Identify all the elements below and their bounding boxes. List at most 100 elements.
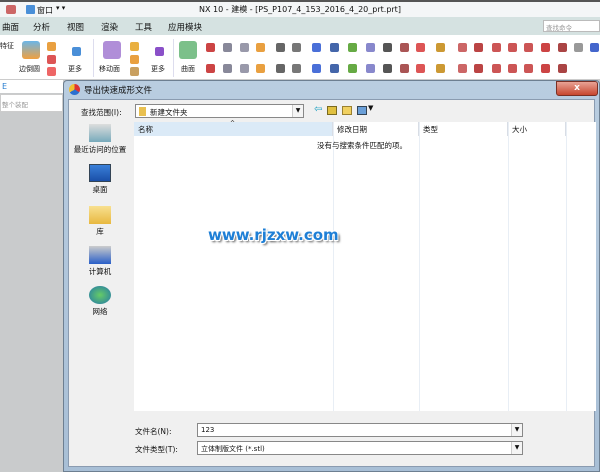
column-name[interactable]: 名称 ^ [134,120,333,136]
network-icon [89,286,111,304]
filename-label: 文件名(N): [135,427,172,436]
place-recent[interactable]: 最近访问的位置 [69,124,131,155]
view-dropdown-icon[interactable]: ▼ [368,104,373,112]
up-folder-icon[interactable] [327,106,337,115]
more-feature-icon[interactable] [72,47,81,56]
offset-face-icon[interactable] [130,42,139,51]
toolbar-tool-icon[interactable] [436,64,445,73]
surface-button[interactable]: 曲面 [181,64,195,74]
toolbar-tool-icon[interactable] [492,64,501,73]
close-button[interactable]: x [556,81,598,96]
toolbar-tool-icon[interactable] [312,43,321,52]
toolbar-tool-icon[interactable] [206,64,215,73]
toolbar-tool-icon[interactable] [524,43,533,52]
toolbar-tool-icon[interactable] [292,64,301,73]
toolbar-tool-icon[interactable] [383,64,392,73]
toolbar-tool-icon[interactable] [558,43,567,52]
menu-view[interactable]: 视图 [67,21,84,33]
column-type[interactable]: 类型 [419,122,508,136]
library-icon [89,206,111,224]
column-size[interactable]: 大小 [508,122,566,136]
toolbar-tool-icon[interactable] [474,64,483,73]
command-search-input[interactable]: 查找命令 [543,20,600,32]
place-desktop[interactable]: 桌面 [69,164,131,195]
chamfer-icon[interactable] [47,42,56,51]
menu-bar: 曲面 分析 视图 渲染 工具 应用模块 查找命令 [0,17,600,35]
menu-render[interactable]: 渲染 [101,21,118,33]
toolbar-tool-icon[interactable] [276,64,285,73]
column-modified[interactable]: 修改日期 [333,122,419,136]
toolbar-tool-icon[interactable] [292,43,301,52]
move-face-icon[interactable] [103,41,121,59]
menu-analysis[interactable]: 分析 [33,21,50,33]
toolbar-tool-icon[interactable] [240,64,249,73]
place-label: 最近访问的位置 [73,145,127,154]
toolbar-tool-icon[interactable] [416,64,425,73]
new-folder-icon[interactable] [342,106,352,115]
draft-icon[interactable] [47,67,56,76]
toolbar-tool-icon[interactable] [458,43,467,52]
toolbar-tool-icon[interactable] [458,64,467,73]
dialog-body: 查找范围(I): 新建文件夹 ▼ ⇦ ▼ 最近访问的位置 桌面 库 计算机 网络… [68,99,596,467]
toolbar-tool-icon[interactable] [256,64,265,73]
place-libraries[interactable]: 库 [69,206,131,237]
delete-face-icon[interactable] [130,67,139,76]
toolbar-tool-icon[interactable] [492,43,501,52]
place-network[interactable]: 网络 [69,286,131,317]
filetype-select[interactable]: 立体制版文件 (*.stl) ▼ [197,441,523,455]
toolbar-tool-icon[interactable] [416,43,425,52]
toolbar-tool-icon[interactable] [312,64,321,73]
toolbar-tool-icon[interactable] [348,64,357,73]
view-menu-icon[interactable] [357,106,367,115]
ribbon: 特征 边倒圆 更多 移动面 更多 曲面 [0,35,600,80]
toolbar-tool-icon[interactable] [223,43,232,52]
toolbar-tool-icon[interactable] [348,43,357,52]
toolbar-tool-icon[interactable] [574,43,583,52]
toolbar-tool-icon[interactable] [541,43,550,52]
place-label: 网络 [92,307,108,316]
chevron-down-icon[interactable]: ▼ [292,105,303,117]
edge-blend-icon[interactable] [22,41,40,59]
toolbar-tool-icon[interactable] [206,43,215,52]
navigator-tab[interactable]: E [0,80,63,93]
more-button[interactable]: 更多 [68,64,82,74]
place-computer[interactable]: 计算机 [69,246,131,277]
replace-face-icon[interactable] [130,55,139,64]
toolbar-tool-icon[interactable] [276,43,285,52]
shell-icon[interactable] [47,55,56,64]
toolbar-tool-icon[interactable] [436,43,445,52]
file-list[interactable]: 名称 ^ 修改日期 类型 大小 没有与搜索条件匹配的项。 [134,120,596,411]
look-in-combo[interactable]: 新建文件夹 ▼ [135,104,304,118]
toolbar-tool-icon[interactable] [366,64,375,73]
surface-icon[interactable] [179,41,197,59]
toolbar-tool-icon[interactable] [400,64,409,73]
place-label: 桌面 [92,185,108,194]
chevron-down-icon[interactable]: ▼ [511,424,522,436]
more-button-2[interactable]: 更多 [151,64,165,74]
back-icon[interactable]: ⇦ [314,104,322,115]
toolbar-tool-icon[interactable] [590,43,599,52]
menu-surface[interactable]: 曲面 [2,21,19,33]
toolbar-tool-icon[interactable] [330,43,339,52]
edge-blend-button[interactable]: 边倒圆 [19,64,40,74]
toolbar-tool-icon[interactable] [474,43,483,52]
toolbar-tool-icon[interactable] [383,43,392,52]
move-face-button[interactable]: 移动面 [99,64,120,74]
toolbar-tool-icon[interactable] [400,43,409,52]
menu-application[interactable]: 应用模块 [168,21,202,33]
chevron-down-icon[interactable]: ▼ [511,442,522,454]
toolbar-tool-icon[interactable] [508,64,517,73]
toolbar-tool-icon[interactable] [558,64,567,73]
toolbar-tool-icon[interactable] [240,43,249,52]
menu-tools[interactable]: 工具 [135,21,152,33]
toolbar-tool-icon[interactable] [524,64,533,73]
toolbar-tool-icon[interactable] [330,64,339,73]
toolbar-tool-icon[interactable] [256,43,265,52]
filename-input[interactable]: 123 ▼ [197,423,523,437]
toolbar-tool-icon[interactable] [541,64,550,73]
toolbar-tool-icon[interactable] [223,64,232,73]
sync-more-icon[interactable] [155,47,164,56]
toolbar-tool-icon[interactable] [366,43,375,52]
assembly-filter[interactable]: 整个装配 [0,94,63,112]
toolbar-tool-icon[interactable] [508,43,517,52]
